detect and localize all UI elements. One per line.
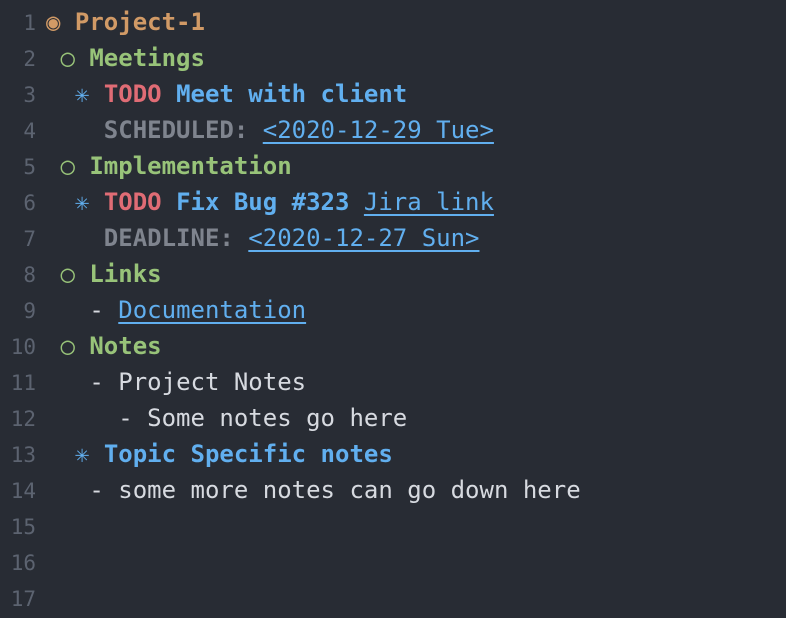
line-16[interactable]: 16 [0, 544, 786, 580]
deadline-date[interactable]: <2020-12-27 Sun> [248, 224, 479, 252]
line-number: 11 [0, 368, 46, 400]
line-12[interactable]: 12 - Some notes go here [0, 400, 786, 436]
line-9[interactable]: 9 - Documentation [0, 292, 786, 328]
line-1[interactable]: 1 ◉ Project-1 [0, 4, 786, 40]
heading-level-3: Fix Bug #323 [176, 188, 349, 216]
line-number: 4 [0, 116, 46, 148]
bullet-l1-icon: ◉ [46, 8, 60, 36]
line-number: 5 [0, 152, 46, 184]
list-dash: - [118, 404, 132, 432]
line-number: 7 [0, 224, 46, 256]
line-number: 9 [0, 296, 46, 328]
heading-level-2: Notes [89, 332, 161, 360]
line-number: 1 [0, 8, 46, 40]
heading-level-3: Meet with client [176, 80, 407, 108]
line-6[interactable]: 6 ✳ TODO Fix Bug #323 Jira link [0, 184, 786, 220]
line-number: 6 [0, 188, 46, 220]
line-number: 10 [0, 332, 46, 364]
list-dash: - [89, 476, 103, 504]
line-11[interactable]: 11 - Project Notes [0, 364, 786, 400]
documentation-link[interactable]: Documentation [118, 296, 306, 324]
line-number: 12 [0, 404, 46, 436]
heading-level-2: Links [89, 260, 161, 288]
line-14[interactable]: 14 - some more notes can go down here [0, 472, 786, 508]
line-number: 14 [0, 476, 46, 508]
bullet-l2-icon: ○ [60, 152, 74, 180]
line-number: 13 [0, 440, 46, 472]
heading-level-2: Implementation [89, 152, 291, 180]
heading-level-1: Project-1 [75, 8, 205, 36]
line-number: 8 [0, 260, 46, 292]
bullet-l2-icon: ○ [60, 44, 74, 72]
line-number: 2 [0, 44, 46, 76]
list-item-text: Project Notes [118, 368, 306, 396]
list-item-text: Some notes go here [147, 404, 407, 432]
line-3[interactable]: 3 ✳ TODO Meet with client [0, 76, 786, 112]
list-item-text: some more notes can go down here [118, 476, 580, 504]
heading-level-2: Meetings [89, 44, 205, 72]
line-10[interactable]: 10 ○ Notes [0, 328, 786, 364]
jira-link[interactable]: Jira link [364, 188, 494, 216]
list-dash: - [89, 296, 103, 324]
org-editor[interactable]: 1 ◉ Project-1 2 ○ Meetings 3 ✳ TODO Meet… [0, 0, 786, 616]
line-15[interactable]: 15 [0, 508, 786, 544]
scheduled-keyword: SCHEDULED: [104, 116, 249, 144]
bullet-l3-icon: ✳ [75, 440, 89, 468]
line-number: 16 [0, 548, 46, 580]
deadline-keyword: DEADLINE: [104, 224, 234, 252]
bullet-l2-icon: ○ [60, 332, 74, 360]
line-number: 3 [0, 80, 46, 112]
bullet-l2-icon: ○ [60, 260, 74, 288]
line-17[interactable]: 17 [0, 580, 786, 616]
bullet-l3-icon: ✳ [75, 188, 89, 216]
scheduled-date[interactable]: <2020-12-29 Tue> [263, 116, 494, 144]
line-number: 17 [0, 584, 46, 616]
line-2[interactable]: 2 ○ Meetings [0, 40, 786, 76]
todo-keyword: TODO [104, 188, 162, 216]
line-number: 15 [0, 512, 46, 544]
bullet-l3-icon: ✳ [75, 80, 89, 108]
list-dash: - [89, 368, 103, 396]
line-7[interactable]: 7 DEADLINE: <2020-12-27 Sun> [0, 220, 786, 256]
line-4[interactable]: 4 SCHEDULED: <2020-12-29 Tue> [0, 112, 786, 148]
line-13[interactable]: 13 ✳ Topic Specific notes [0, 436, 786, 472]
line-5[interactable]: 5 ○ Implementation [0, 148, 786, 184]
heading-level-3: Topic Specific notes [104, 440, 393, 468]
todo-keyword: TODO [104, 80, 162, 108]
line-8[interactable]: 8 ○ Links [0, 256, 786, 292]
